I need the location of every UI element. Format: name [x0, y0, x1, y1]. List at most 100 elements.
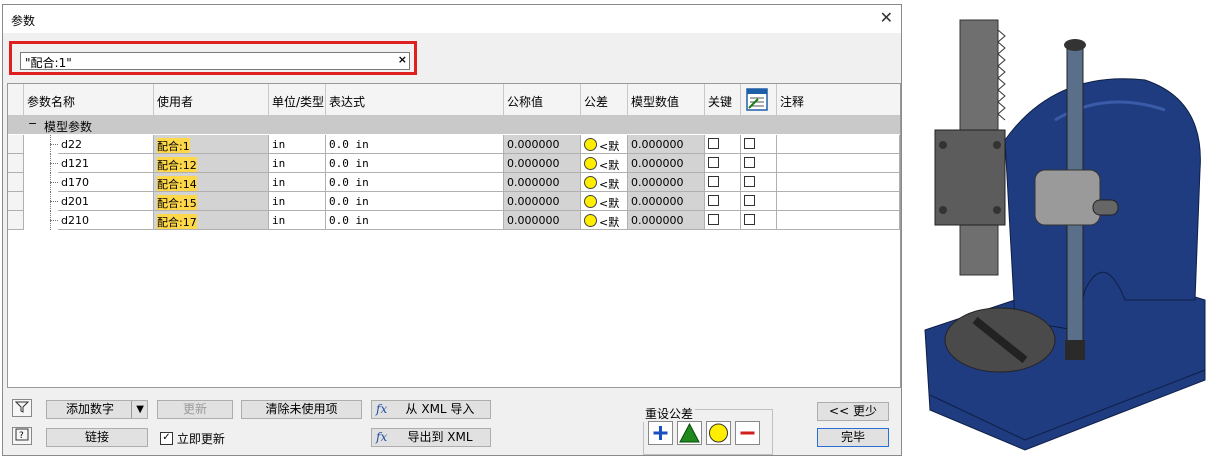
tolerance-cell[interactable]: <默	[581, 173, 628, 192]
col-header-comment[interactable]: 注释	[777, 84, 900, 116]
clear-filter-icon[interactable]: ×	[398, 53, 407, 66]
export-checkbox-cell[interactable]	[741, 173, 777, 192]
checkbox[interactable]	[708, 214, 719, 225]
nominal-tolerance-button[interactable]	[706, 421, 731, 445]
tolerance-cell[interactable]: <默	[581, 135, 628, 154]
row-selector[interactable]	[8, 173, 24, 192]
unit-cell[interactable]: in	[269, 211, 326, 230]
used-by-cell[interactable]: 配合:17	[154, 211, 269, 230]
checkbox[interactable]	[744, 138, 755, 149]
less-button[interactable]: << 更少	[817, 402, 889, 421]
checkbox[interactable]	[708, 176, 719, 187]
expression-cell[interactable]: 0.0 in	[326, 211, 504, 230]
purge-unused-button[interactable]: 清除未使用项	[241, 400, 362, 419]
import-xml-button[interactable]: fx 从 XML 导入	[371, 400, 491, 419]
checkbox[interactable]	[708, 138, 719, 149]
unit-cell[interactable]: in	[269, 135, 326, 154]
model-value-cell[interactable]: 0.000000	[628, 192, 705, 211]
comment-cell[interactable]	[777, 173, 900, 192]
param-name-cell[interactable]: d201	[58, 192, 154, 211]
row-selector[interactable]	[8, 135, 24, 154]
row-selector[interactable]	[8, 154, 24, 173]
model-value-cell[interactable]: 0.000000	[628, 173, 705, 192]
unit-cell-text: in	[272, 176, 286, 189]
comment-cell[interactable]	[777, 154, 900, 173]
unit-cell[interactable]: in	[269, 192, 326, 211]
tolerance-cell[interactable]: <默	[581, 192, 628, 211]
tree-branch	[50, 144, 58, 145]
checkbox[interactable]	[744, 195, 755, 206]
col-header-expression[interactable]: 表达式	[326, 84, 504, 116]
key-checkbox-cell[interactable]	[705, 154, 741, 173]
checkbox[interactable]	[744, 176, 755, 187]
checkbox[interactable]	[744, 157, 755, 168]
upper-tolerance-button[interactable]	[648, 421, 673, 445]
expression-cell[interactable]: 0.0 in	[326, 173, 504, 192]
col-header-unit[interactable]: 单位/类型	[269, 84, 326, 116]
filter-input[interactable]: "配合:1" ×	[20, 52, 410, 70]
col-header-tolerance[interactable]: 公差	[581, 84, 628, 116]
key-checkbox-cell[interactable]	[705, 135, 741, 154]
expression-cell[interactable]: 0.0 in	[326, 192, 504, 211]
param-name-cell[interactable]: d121	[58, 154, 154, 173]
used-by-cell[interactable]: 配合:15	[154, 192, 269, 211]
export-xml-button[interactable]: fx 导出到 XML	[371, 428, 491, 447]
col-header-model-value[interactable]: 模型数值	[628, 84, 705, 116]
expression-cell[interactable]: 0.0 in	[326, 154, 504, 173]
update-button[interactable]: 更新	[157, 400, 233, 419]
param-name-cell[interactable]: d22	[58, 135, 154, 154]
unit-cell-text: in	[272, 214, 286, 227]
col-header-name[interactable]: 参数名称	[24, 84, 154, 116]
col-header-export[interactable]	[741, 84, 777, 116]
export-checkbox-cell[interactable]	[741, 192, 777, 211]
expression-cell[interactable]: 0.0 in	[326, 135, 504, 154]
nominal-value-cell[interactable]: 0.000000	[504, 211, 581, 230]
done-button[interactable]: 完毕	[817, 428, 889, 447]
used-by-cell[interactable]: 配合:14	[154, 173, 269, 192]
nominal-value-cell[interactable]: 0.000000	[504, 154, 581, 173]
checkbox[interactable]	[744, 214, 755, 225]
export-checkbox-cell[interactable]	[741, 154, 777, 173]
tolerance-cell[interactable]: <默	[581, 154, 628, 173]
add-number-button[interactable]: 添加数字 ▼	[46, 400, 148, 419]
median-tolerance-button[interactable]	[677, 421, 702, 445]
export-checkbox-cell[interactable]	[741, 135, 777, 154]
help-icon[interactable]: ?	[12, 427, 32, 445]
export-checkbox-cell[interactable]	[741, 211, 777, 230]
comment-cell[interactable]	[777, 211, 900, 230]
col-header-key[interactable]: 关键	[705, 84, 741, 116]
model-value-cell[interactable]: 0.000000	[628, 135, 705, 154]
unit-cell[interactable]: in	[269, 173, 326, 192]
model-value-cell[interactable]: 0.000000	[628, 211, 705, 230]
unit-cell[interactable]: in	[269, 154, 326, 173]
comment-cell[interactable]	[777, 135, 900, 154]
tolerance-cell[interactable]: <默	[581, 211, 628, 230]
key-checkbox-cell[interactable]	[705, 192, 741, 211]
collapse-toggle-icon[interactable]: −	[28, 117, 37, 130]
key-checkbox-cell[interactable]	[705, 211, 741, 230]
chevron-down-icon[interactable]: ▼	[131, 401, 144, 418]
group-row-model-parameters[interactable]: − 模型参数	[8, 116, 900, 134]
lower-tolerance-button[interactable]	[735, 421, 760, 445]
parameters-dialog: 参数 ✕ "配合:1" × 参数名称 使用者 单位/类型 表达式 公称值 公差 …	[2, 4, 902, 456]
checkbox[interactable]	[708, 157, 719, 168]
row-selector[interactable]	[8, 211, 24, 230]
col-header-nominal[interactable]: 公称值	[504, 84, 581, 116]
row-selector[interactable]	[8, 192, 24, 211]
used-by-cell[interactable]: 配合:1	[154, 135, 269, 154]
col-header-used-by[interactable]: 使用者	[154, 84, 269, 116]
key-checkbox-cell[interactable]	[705, 173, 741, 192]
used-by-cell[interactable]: 配合:12	[154, 154, 269, 173]
filter-icon[interactable]	[12, 399, 32, 417]
param-name-cell[interactable]: d210	[58, 211, 154, 230]
param-name-cell[interactable]: d170	[58, 173, 154, 192]
nominal-value-cell[interactable]: 0.000000	[504, 135, 581, 154]
model-value-cell[interactable]: 0.000000	[628, 154, 705, 173]
comment-cell[interactable]	[777, 192, 900, 211]
nominal-value-cell[interactable]: 0.000000	[504, 192, 581, 211]
nominal-value-cell[interactable]: 0.000000	[504, 173, 581, 192]
close-icon[interactable]: ✕	[880, 8, 893, 27]
link-button[interactable]: 链接	[46, 428, 148, 447]
immediate-update-checkbox[interactable]: ✓ 立即更新	[160, 430, 225, 447]
checkbox[interactable]	[708, 195, 719, 206]
